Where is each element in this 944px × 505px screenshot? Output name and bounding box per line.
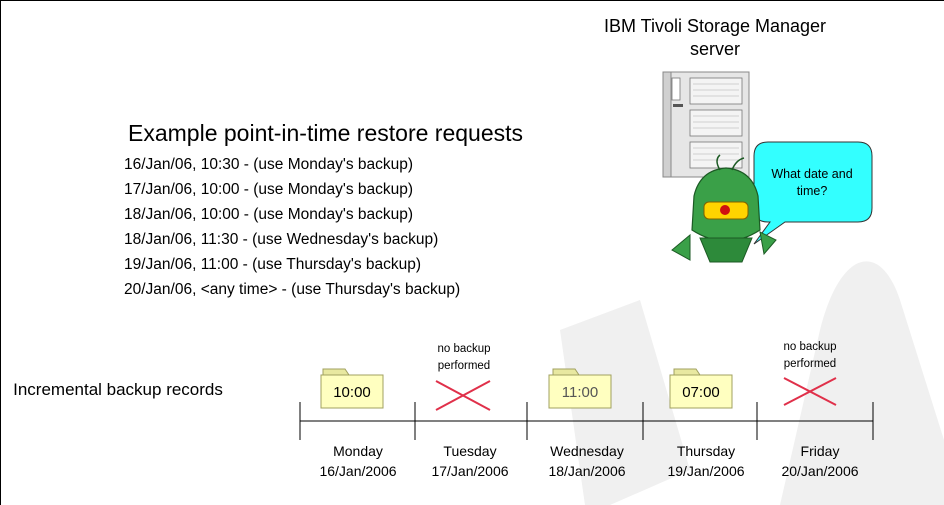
cross-icon-tuesday <box>435 380 491 411</box>
no-backup-note-tuesday: no backup performed <box>437 343 491 372</box>
server-icon <box>662 71 750 178</box>
request-item: 19/Jan/06, 11:00 - (use Thursday's backu… <box>124 256 422 273</box>
day-date-monday: 16/Jan/2006 <box>319 463 397 479</box>
diagram-canvas: IBM Tivoli Storage Manager server What d… <box>0 0 944 505</box>
requests-title: Example point-in-time restore requests <box>128 120 523 146</box>
day-date-friday: 20/Jan/2006 <box>781 463 859 479</box>
request-item: 20/Jan/06, <any time> - (use Thursday's … <box>124 281 461 298</box>
day-name-tuesday: Tuesday <box>443 443 497 459</box>
timeline-label: Incremental backup records <box>13 380 223 399</box>
request-item: 18/Jan/06, 10:00 - (use Monday's backup) <box>124 206 414 223</box>
diagram-graphics <box>0 0 944 505</box>
day-date-thursday: 19/Jan/2006 <box>667 463 745 479</box>
day-name-wednesday: Wednesday <box>550 443 624 459</box>
backup-time-wednesday: 11:00 <box>561 384 599 401</box>
request-item: 17/Jan/06, 10:00 - (use Monday's backup) <box>124 181 414 198</box>
day-date-wednesday: 18/Jan/2006 <box>548 463 626 479</box>
server-title: IBM Tivoli Storage Manager server <box>603 16 827 59</box>
speech-bubble-text: What date and time? <box>771 167 853 198</box>
day-name-thursday: Thursday <box>676 443 736 459</box>
day-name-monday: Monday <box>333 443 383 459</box>
backup-time-monday: 10:00 <box>333 384 371 401</box>
request-item: 16/Jan/06, 10:30 - (use Monday's backup) <box>124 156 414 173</box>
no-backup-note-friday: no backup performed <box>783 341 837 370</box>
backup-time-thursday: 07:00 <box>682 384 720 401</box>
day-name-friday: Friday <box>800 443 840 459</box>
request-item: 18/Jan/06, 11:30 - (use Wednesday's back… <box>124 231 439 248</box>
day-date-tuesday: 17/Jan/2006 <box>431 463 509 479</box>
